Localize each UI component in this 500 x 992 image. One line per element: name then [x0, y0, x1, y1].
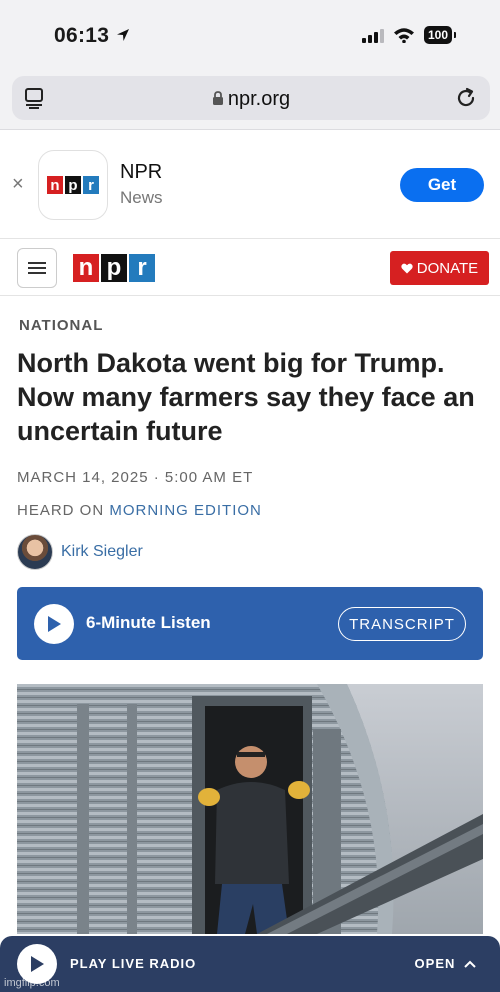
- watermark: imgflip.com: [4, 977, 60, 989]
- author-avatar[interactable]: [17, 534, 53, 570]
- hamburger-icon: [28, 262, 46, 274]
- close-banner-icon[interactable]: ×: [12, 173, 24, 196]
- grain-bin-farmer-image: [17, 684, 483, 934]
- browser-toolbar: npr.org: [0, 70, 500, 130]
- live-radio-bar[interactable]: PLAY LIVE RADIO OPEN imgflip.com: [0, 936, 500, 992]
- url-text: npr.org: [227, 88, 291, 110]
- open-player-button[interactable]: OPEN: [415, 956, 476, 971]
- heart-icon: [401, 263, 413, 273]
- heard-on: HEARD ON MORNING EDITION: [17, 502, 262, 519]
- lock-icon: [212, 91, 223, 105]
- play-icon: [31, 956, 44, 972]
- listen-duration: 6-Minute Listen: [86, 613, 211, 632]
- status-icons: 100: [361, 26, 457, 44]
- npr-logo: npr: [47, 176, 99, 194]
- donate-label: DONATE: [416, 259, 479, 277]
- get-app-button[interactable]: Get: [400, 168, 484, 202]
- byline: Kirk Siegler: [17, 534, 143, 570]
- wifi-icon: [393, 28, 414, 43]
- smart-app-banner: × npr NPR News Get: [0, 131, 500, 239]
- npr-logo-link[interactable]: npr: [73, 254, 155, 282]
- heard-on-prefix: HEARD ON: [17, 502, 105, 519]
- address-bar[interactable]: npr.org: [12, 76, 490, 120]
- cellular-signal-icon: [361, 28, 384, 43]
- play-icon: [48, 616, 61, 632]
- donate-button[interactable]: DONATE: [390, 251, 489, 285]
- headline: North Dakota went big for Trump. Now man…: [17, 348, 475, 446]
- npr-app-icon[interactable]: npr: [38, 150, 108, 220]
- article-photo[interactable]: [17, 684, 483, 934]
- listen-player: 6-Minute Listen TRANSCRIPT: [17, 587, 483, 660]
- status-bar: 06:13 100: [0, 0, 500, 70]
- status-time: 06:13: [54, 24, 131, 48]
- location-arrow-icon: [117, 29, 130, 41]
- chevron-up-icon: [464, 960, 476, 968]
- dateline: MARCH 14, 2025 · 5:00 AM ET: [17, 469, 254, 486]
- show-link[interactable]: MORNING EDITION: [109, 502, 262, 519]
- reload-icon[interactable]: [454, 86, 478, 110]
- app-name: NPR: [120, 161, 163, 183]
- open-label: OPEN: [414, 956, 456, 971]
- menu-button[interactable]: [17, 248, 57, 288]
- play-live-radio-label: PLAY LIVE RADIO: [70, 956, 197, 971]
- site-header: npr DONATE: [0, 240, 500, 296]
- section-label[interactable]: NATIONAL: [19, 317, 103, 334]
- url-display[interactable]: npr.org: [12, 88, 490, 111]
- app-subtitle: News: [120, 188, 163, 207]
- listen-play-button[interactable]: [34, 604, 74, 644]
- battery-indicator: 100: [423, 26, 457, 44]
- author-link[interactable]: Kirk Siegler: [61, 543, 143, 561]
- transcript-button[interactable]: TRANSCRIPT: [338, 607, 466, 641]
